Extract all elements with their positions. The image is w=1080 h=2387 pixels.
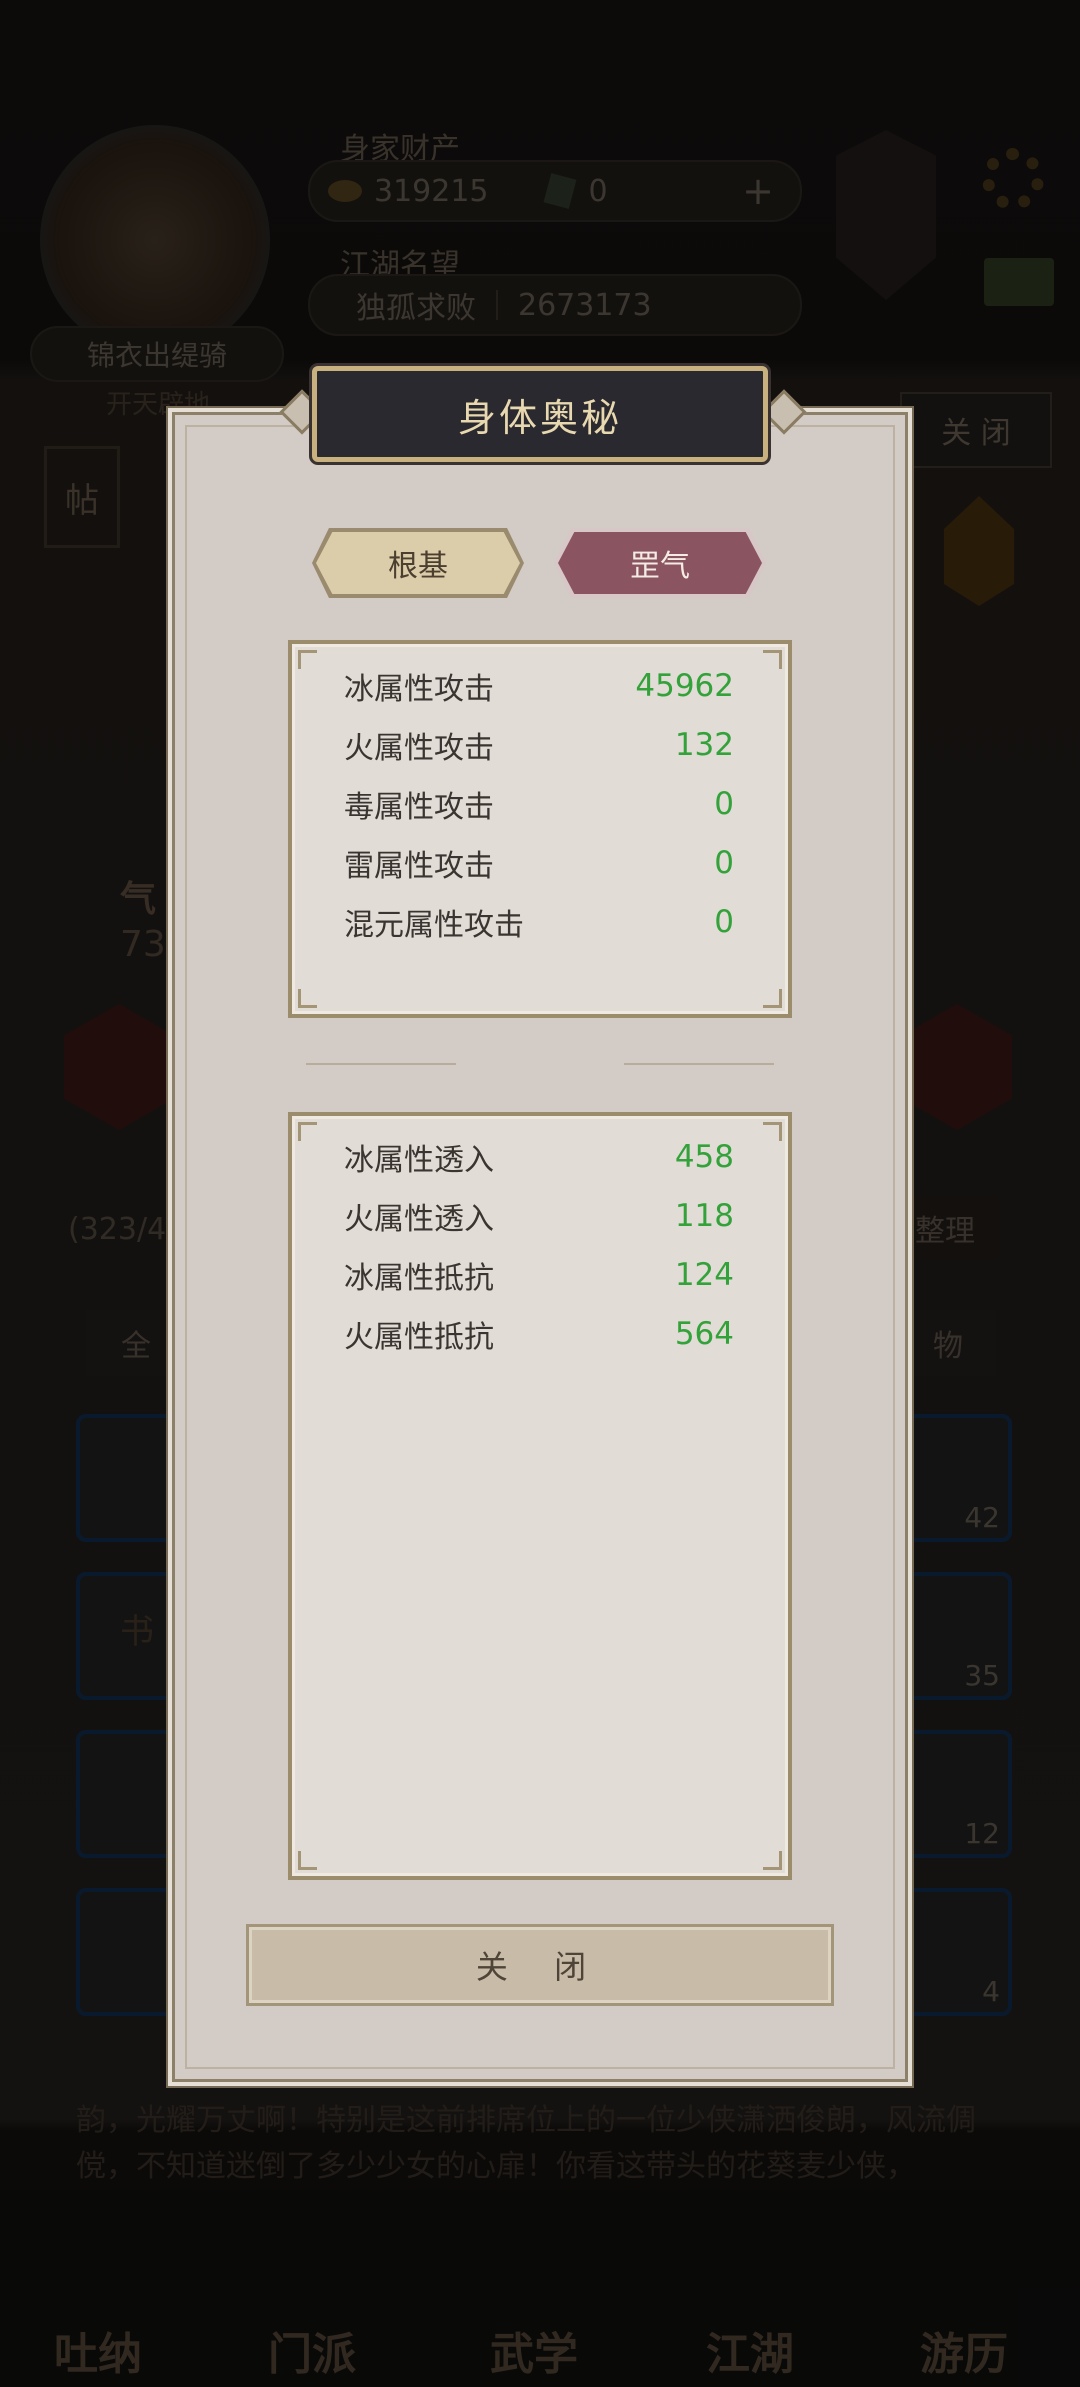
fame-value: 2673173	[518, 287, 652, 323]
tab-gangqi[interactable]: 罡气	[554, 528, 766, 598]
stat-label: 冰属性抵抗	[344, 1261, 494, 1296]
stat-row-ice-resist: 冰属性抵抗 124	[344, 1246, 734, 1304]
stat-row-poison-attack: 毒属性攻击 0	[344, 775, 734, 833]
coin-amount: 319215	[374, 173, 489, 209]
stat-label: 火属性抵抗	[344, 1320, 494, 1355]
stat-value: 0	[714, 845, 734, 881]
dialog-title: 身体奥秘	[312, 366, 768, 462]
stat-value: 0	[714, 904, 734, 940]
stat-value: 118	[674, 1198, 734, 1234]
divider-left	[306, 1063, 456, 1065]
coin-icon	[328, 180, 362, 202]
stat-value: 45962	[635, 668, 734, 704]
filter-all-label: 全	[121, 1329, 151, 1364]
side-value: 73	[120, 924, 166, 965]
stat-row-fire-penetration: 火属性透入 118	[344, 1187, 734, 1245]
divider-right	[624, 1063, 774, 1065]
tab-gangqi-label: 罡气	[630, 549, 690, 584]
player-avatar[interactable]	[40, 125, 270, 355]
side-label: 气	[120, 879, 157, 920]
stat-label: 冰属性透入	[344, 1143, 494, 1178]
close-button-label: 关 闭	[475, 1948, 605, 1986]
filter-item-tab[interactable]: 物	[900, 1310, 996, 1376]
post-button[interactable]: 帖	[44, 446, 120, 548]
stat-label: 雷属性攻击	[344, 849, 494, 884]
stat-label: 毒属性攻击	[344, 790, 494, 825]
book-label: 书	[120, 1612, 154, 1652]
stat-row-ice-attack: 冰属性攻击 45962	[344, 657, 734, 715]
stat-row-ice-penetration: 冰属性透入 458	[344, 1128, 734, 1186]
rank-badge: 锦衣出缇骑	[30, 326, 284, 382]
attack-stats-panel: 冰属性攻击 45962 火属性攻击 132 毒属性攻击 0 雷属性攻击 0 混元…	[288, 640, 792, 1018]
item-count: 42	[964, 1501, 1000, 1534]
fame-separator	[496, 290, 498, 320]
nav-martial[interactable]: 武学	[490, 2318, 578, 2382]
stat-row-fire-attack: 火属性攻击 132	[344, 716, 734, 774]
stat-label: 冰属性攻击	[344, 672, 494, 707]
stat-value: 124	[674, 1257, 734, 1293]
fame-title: 独孤求败	[356, 291, 476, 326]
filter-item-label: 物	[933, 1329, 963, 1364]
stat-row-fire-resist: 火属性抵抗 564	[344, 1305, 734, 1363]
sort-label: 整理	[915, 1214, 975, 1249]
stat-label: 混元属性攻击	[344, 908, 524, 943]
add-currency-button[interactable]: +	[742, 169, 774, 213]
stat-value: 564	[674, 1316, 734, 1352]
bag-count: (323/40	[68, 1212, 186, 1247]
stat-value: 458	[674, 1139, 734, 1175]
item-count: 12	[964, 1817, 1000, 1850]
fame-bar: 独孤求败 2673173	[308, 274, 802, 336]
background-close-button[interactable]: 关 闭	[900, 392, 1052, 468]
background-close-label: 关 闭	[941, 416, 1011, 451]
stat-row-thunder-attack: 雷属性攻击 0	[344, 834, 734, 892]
filter-all-tab[interactable]: 全	[86, 1310, 186, 1376]
post-label: 帖	[65, 480, 99, 521]
close-button[interactable]: 关 闭	[246, 1924, 834, 2006]
item-count: 35	[964, 1659, 1000, 1692]
stat-label: 火属性攻击	[344, 731, 494, 766]
gear-icon[interactable]	[982, 148, 1044, 210]
nav-sect[interactable]: 门派	[268, 2318, 356, 2382]
stat-value: 0	[714, 786, 734, 822]
nav-tuna[interactable]: 吐纳	[54, 2318, 142, 2382]
nav-jianghu[interactable]: 江湖	[706, 2318, 794, 2382]
resist-stats-panel: 冰属性透入 458 火属性透入 118 冰属性抵抗 124 火属性抵抗 564	[288, 1112, 792, 1880]
nav-travel[interactable]: 游历	[920, 2318, 1008, 2382]
stat-row-chaos-attack: 混元属性攻击 0	[344, 893, 734, 951]
story-text: 韵，光耀万丈啊！特别是这前排席位上的一位少侠潇洒俊朗，风流倜傥，不知道迷倒了多少…	[76, 2103, 976, 2184]
mail-icon[interactable]	[984, 258, 1054, 306]
dialog-title-text: 身体奥秘	[457, 395, 622, 440]
gem-icon	[543, 173, 576, 209]
gem-amount: 0	[588, 173, 608, 209]
item-count: 4	[982, 1975, 1000, 2008]
tab-foundation[interactable]: 根基	[312, 528, 524, 598]
currency-bar: 319215 0 +	[308, 160, 802, 222]
tab-foundation-label: 根基	[388, 549, 448, 584]
stat-value: 132	[674, 727, 734, 763]
stat-label: 火属性透入	[344, 1202, 494, 1237]
